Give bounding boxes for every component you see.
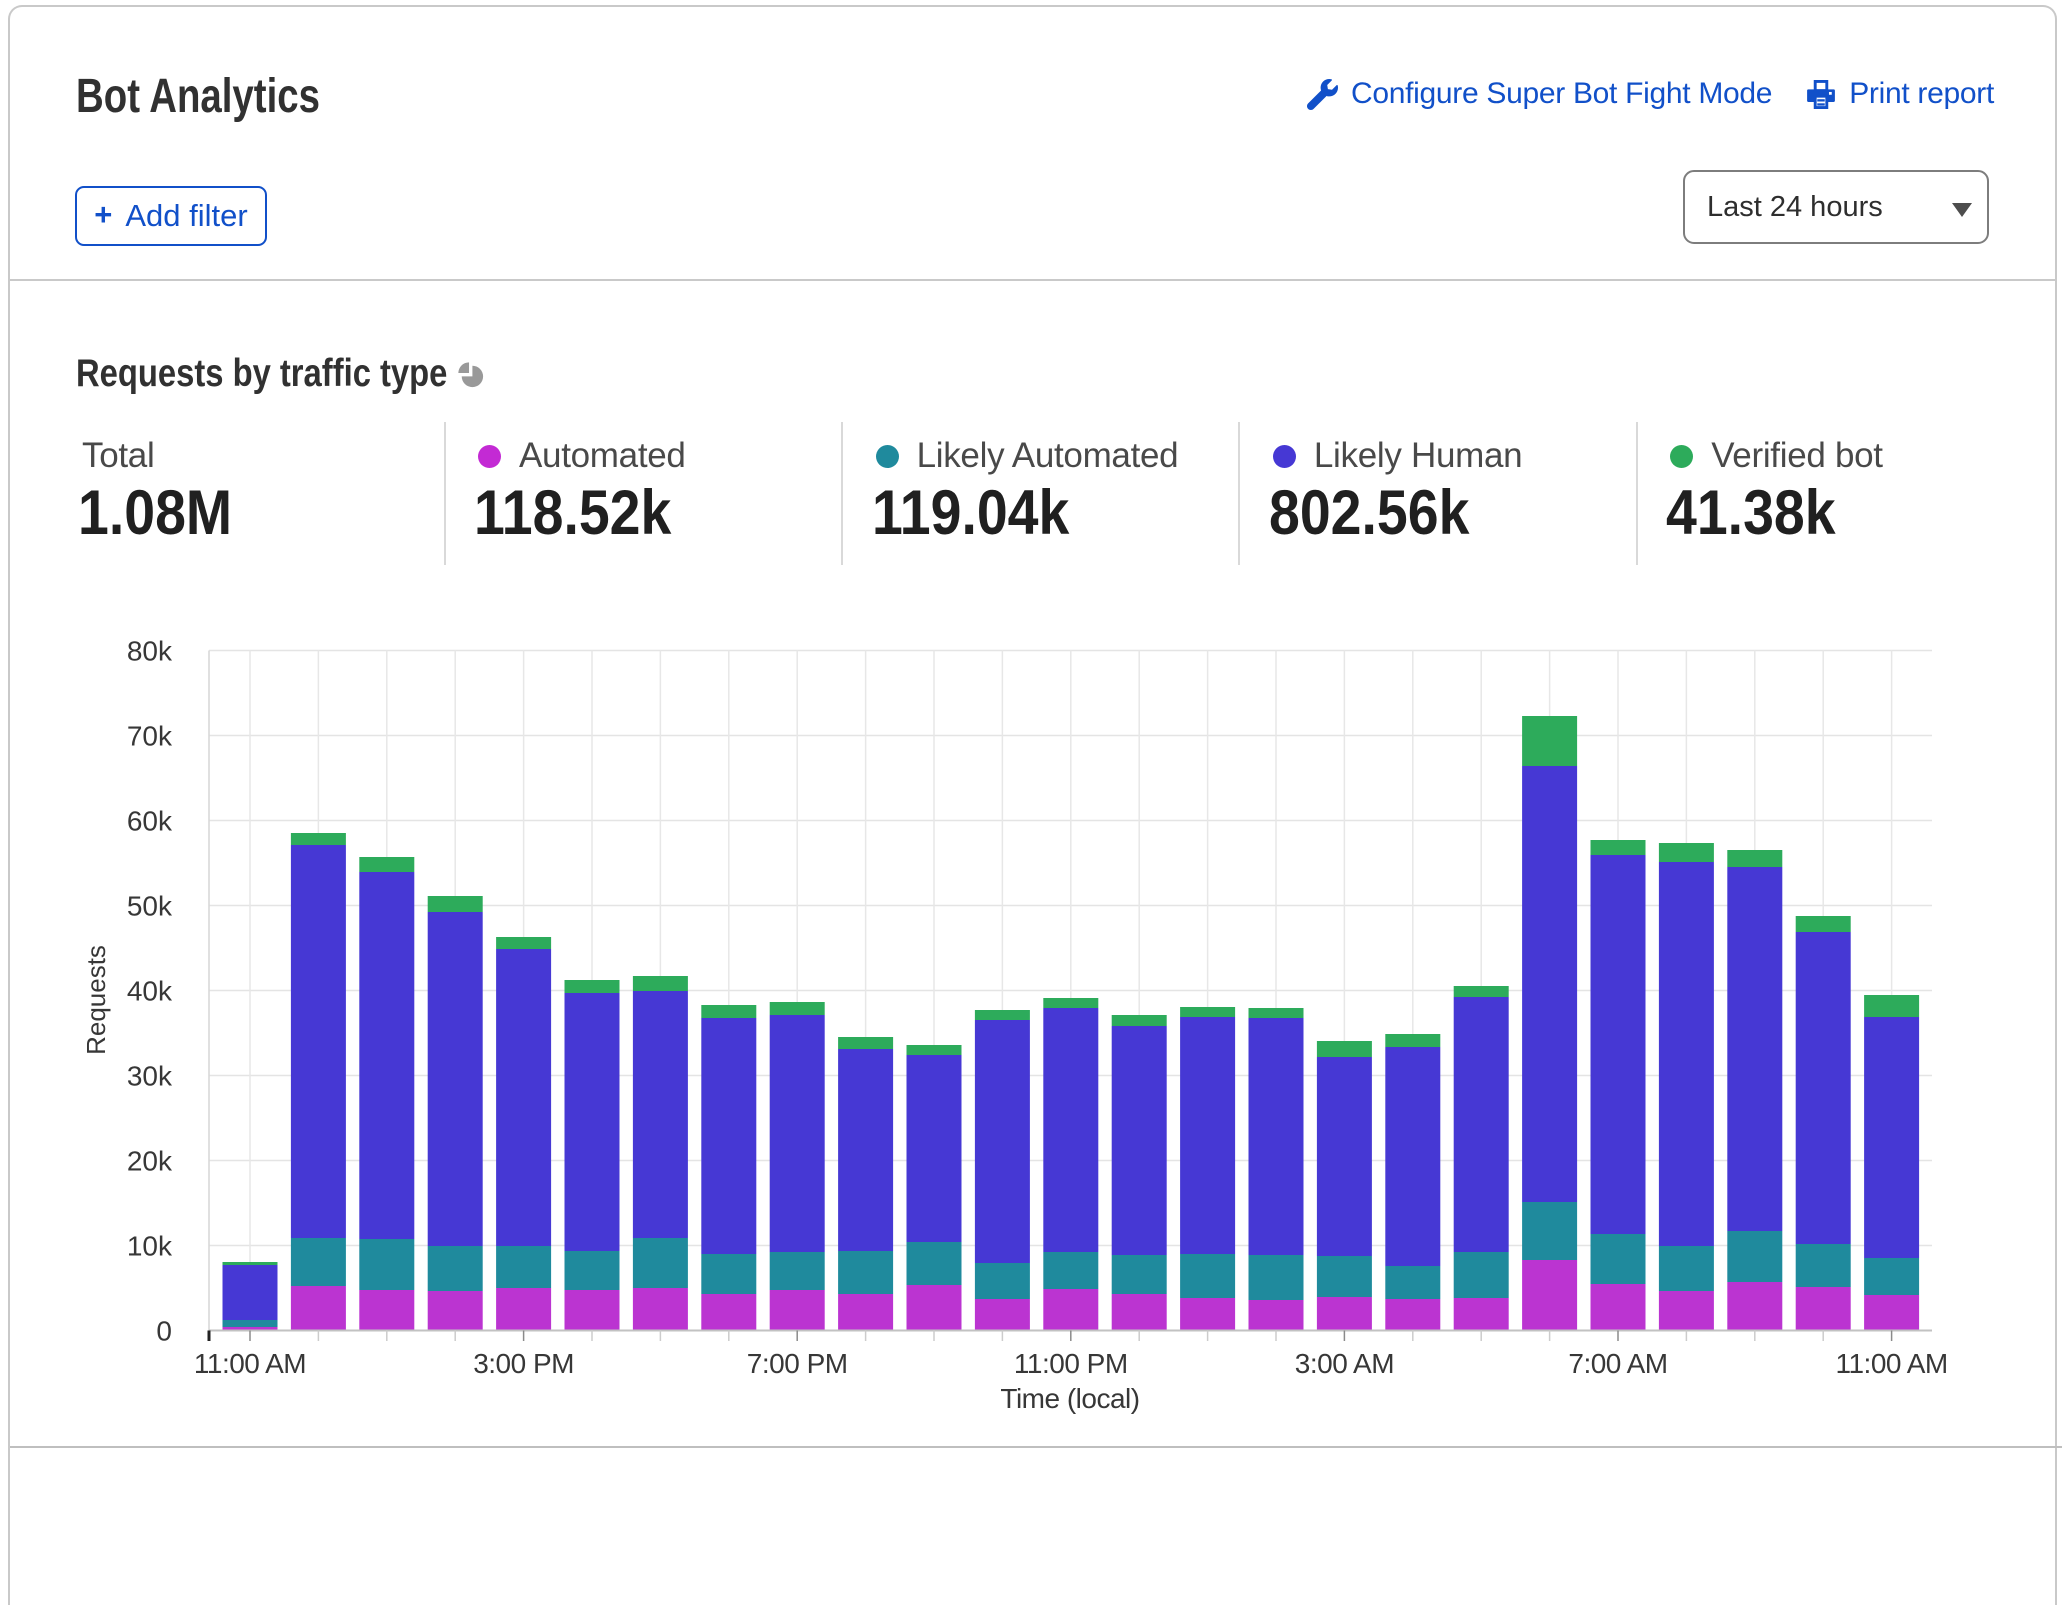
svg-text:11:00 PM: 11:00 PM bbox=[1014, 1348, 1128, 1379]
svg-text:7:00 AM: 7:00 AM bbox=[1568, 1348, 1667, 1379]
svg-text:Requests: Requests bbox=[81, 945, 111, 1055]
svg-text:20k: 20k bbox=[127, 1146, 173, 1177]
svg-text:30k: 30k bbox=[127, 1061, 173, 1092]
svg-text:70k: 70k bbox=[127, 721, 173, 752]
svg-text:3:00 AM: 3:00 AM bbox=[1295, 1348, 1394, 1379]
svg-text:0: 0 bbox=[156, 1316, 172, 1347]
svg-text:11:00 AM: 11:00 AM bbox=[1835, 1348, 1947, 1379]
svg-text:50k: 50k bbox=[127, 891, 173, 922]
svg-text:80k: 80k bbox=[127, 636, 173, 667]
svg-text:7:00 PM: 7:00 PM bbox=[747, 1348, 848, 1379]
svg-text:Time (local): Time (local) bbox=[1000, 1383, 1139, 1414]
svg-text:60k: 60k bbox=[127, 806, 173, 837]
svg-text:40k: 40k bbox=[127, 976, 173, 1007]
svg-text:10k: 10k bbox=[127, 1231, 173, 1262]
svg-text:3:00 PM: 3:00 PM bbox=[473, 1348, 574, 1379]
svg-text:11:00 AM: 11:00 AM bbox=[194, 1348, 306, 1379]
